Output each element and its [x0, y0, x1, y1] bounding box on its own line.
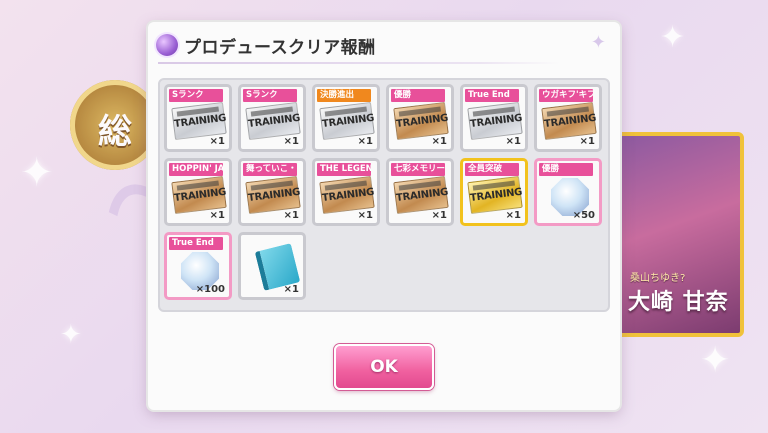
reward-dialog: プロデュースクリア報酬 ✦ Sランク TRAINING ×1 Sランク TRAI…	[148, 22, 620, 410]
reward-quantity: ×50	[572, 210, 595, 221]
reward-condition-label: True End	[465, 89, 519, 102]
badge-char: 総	[98, 112, 132, 152]
reward-condition-label: 優勝	[391, 89, 445, 102]
reward-item[interactable]: ウガキフ'キフ'-・・・ TRAINING ×1	[534, 84, 602, 152]
title-divider	[158, 62, 560, 64]
training-ticket-icon: TRAINING	[171, 175, 227, 215]
reward-quantity: ×1	[579, 136, 595, 147]
reward-item[interactable]: Sランク TRAINING ×1	[164, 84, 232, 152]
sparkle-icon: ✦	[590, 32, 606, 53]
training-ticket-icon: TRAINING	[541, 101, 597, 141]
training-ticket-icon: TRAINING	[393, 175, 449, 215]
reward-item[interactable]: HOPPIN' JAM TRAINING ×1	[164, 158, 232, 226]
training-ticket-icon: TRAINING	[393, 101, 449, 141]
sparkle-icon: ✦	[60, 320, 82, 350]
reward-condition-label: ウガキフ'キフ'-・・・	[539, 89, 593, 102]
reward-condition-label: 優勝	[539, 163, 593, 176]
reward-quantity: ×1	[283, 136, 299, 147]
training-ticket-icon: TRAINING	[171, 101, 227, 141]
reward-item[interactable]: 優勝 ×50	[534, 158, 602, 226]
reward-item[interactable]: 七彩メモリーズ TRAINING ×1	[386, 158, 454, 226]
reward-quantity: ×100	[195, 284, 225, 295]
reward-quantity: ×1	[357, 210, 373, 221]
training-ticket-icon: TRAINING	[245, 101, 301, 141]
training-ticket-icon: TRAINING	[319, 175, 375, 215]
ok-button[interactable]: OK	[334, 344, 434, 390]
training-ticket-icon: TRAINING	[319, 101, 375, 141]
reward-condition-label: 舞っていこ・・・	[243, 163, 297, 176]
reward-item[interactable]: ×1	[238, 232, 306, 300]
reward-condition-label: THE LEGEND	[317, 163, 371, 176]
reward-condition-label: Sランク	[169, 89, 223, 102]
reward-quantity: ×1	[505, 210, 521, 221]
training-ticket-icon: TRAINING	[245, 175, 301, 215]
card-subtitle: 桑山ちゆき?	[630, 273, 686, 284]
background-idol-card: 桑山ちゆき? 大崎 甘奈	[616, 132, 744, 337]
sparkle-icon: ✦	[660, 20, 686, 55]
reward-quantity: ×1	[431, 136, 447, 147]
card-name: 大崎 甘奈	[628, 290, 729, 315]
reward-quantity: ×1	[283, 284, 299, 295]
reward-condition-label: HOPPIN' JAM	[169, 163, 223, 176]
reward-item[interactable]: 舞っていこ・・・ TRAINING ×1	[238, 158, 306, 226]
reward-item[interactable]: THE LEGEND TRAINING ×1	[312, 158, 380, 226]
reward-quantity: ×1	[431, 210, 447, 221]
reward-item[interactable]: 優勝 TRAINING ×1	[386, 84, 454, 152]
reward-item[interactable]: True End ×100	[164, 232, 232, 300]
reward-condition-label: Sランク	[243, 89, 297, 102]
reward-title-icon	[156, 34, 178, 56]
reward-condition-label: 七彩メモリーズ	[391, 163, 445, 176]
reward-item[interactable]: 全員突破 TRAINING ×1	[460, 158, 528, 226]
training-ticket-icon: TRAINING	[467, 175, 523, 215]
reward-condition-label: True End	[169, 237, 223, 250]
reward-list: Sランク TRAINING ×1 Sランク TRAINING ×1 決勝進出 T…	[158, 78, 610, 312]
reward-condition-label: 全員突破	[465, 163, 519, 176]
reward-quantity: ×1	[283, 210, 299, 221]
sparkle-icon: ✦	[20, 150, 54, 196]
reward-item[interactable]: True End TRAINING ×1	[460, 84, 528, 152]
reward-quantity: ×1	[209, 136, 225, 147]
reward-quantity: ×1	[209, 210, 225, 221]
dialog-title: プロデュースクリア報酬	[184, 38, 376, 58]
reward-quantity: ×1	[505, 136, 521, 147]
sparkle-icon: ✦	[700, 340, 731, 381]
training-ticket-icon: TRAINING	[467, 101, 523, 141]
reward-quantity: ×1	[357, 136, 373, 147]
reward-item[interactable]: Sランク TRAINING ×1	[238, 84, 306, 152]
reward-condition-label: 決勝進出	[317, 89, 371, 102]
background-rank-badge: 総	[70, 80, 160, 170]
reward-item[interactable]: 決勝進出 TRAINING ×1	[312, 84, 380, 152]
